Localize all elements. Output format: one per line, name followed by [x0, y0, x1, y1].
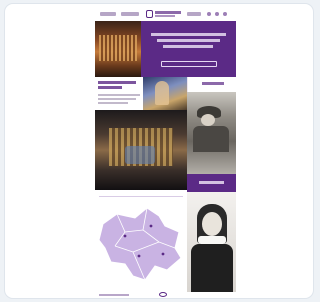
map-section: [95, 190, 187, 298]
hero-cta-button[interactable]: [161, 61, 217, 67]
side-section-label: [187, 77, 236, 92]
photo-face: [201, 114, 215, 126]
menu-icon[interactable]: [223, 12, 227, 16]
intro-paragraph-line: [98, 98, 136, 100]
hero-text-line: [163, 45, 213, 48]
footer-logo-icon[interactable]: [159, 292, 167, 297]
map-location-marker[interactable]: [149, 224, 153, 228]
logo-mark: [146, 10, 153, 18]
historic-portrait[interactable]: [187, 192, 236, 292]
user-icon[interactable]: [215, 12, 219, 16]
map-location-marker[interactable]: [123, 234, 127, 238]
organ-pipes: [99, 35, 137, 61]
photo-body: [193, 126, 229, 152]
painting-image[interactable]: [143, 77, 187, 110]
portrait-dress: [191, 244, 233, 292]
intro-text-block: [95, 77, 143, 110]
portrait-caption-panel[interactable]: [187, 174, 236, 192]
nav-link[interactable]: [187, 12, 201, 16]
search-icon[interactable]: [207, 12, 211, 16]
portrait-face: [202, 212, 222, 236]
map-location-marker[interactable]: [137, 254, 141, 258]
map-location-marker[interactable]: [161, 252, 165, 256]
hero-text-line: [151, 33, 226, 36]
website-preview[interactable]: [95, 8, 236, 298]
altar-panel: [125, 146, 155, 164]
intro-paragraph-line: [98, 94, 140, 96]
nav-link[interactable]: [121, 12, 139, 16]
hero-text-line: [157, 39, 220, 42]
intro-heading: [98, 86, 122, 89]
altar-organ-image[interactable]: [95, 110, 187, 190]
logo-wordmark: [155, 11, 181, 14]
footer: [95, 292, 236, 298]
side-heading: [202, 82, 224, 85]
hero-organ-image: [95, 21, 141, 77]
intro-paragraph-line: [98, 102, 128, 104]
nav-link[interactable]: [100, 12, 116, 16]
portrait-collar: [198, 236, 226, 244]
intro-heading: [98, 81, 136, 84]
portrait-caption: [199, 181, 224, 184]
logo-tagline: [155, 15, 175, 17]
deaconess-photo[interactable]: [187, 92, 236, 174]
region-map[interactable]: [95, 196, 187, 296]
logo-icon[interactable]: [146, 10, 182, 19]
painting-figure: [155, 81, 169, 105]
top-navigation: [95, 8, 236, 22]
hero-panel: [141, 21, 236, 77]
footer-text-line: [99, 294, 129, 296]
